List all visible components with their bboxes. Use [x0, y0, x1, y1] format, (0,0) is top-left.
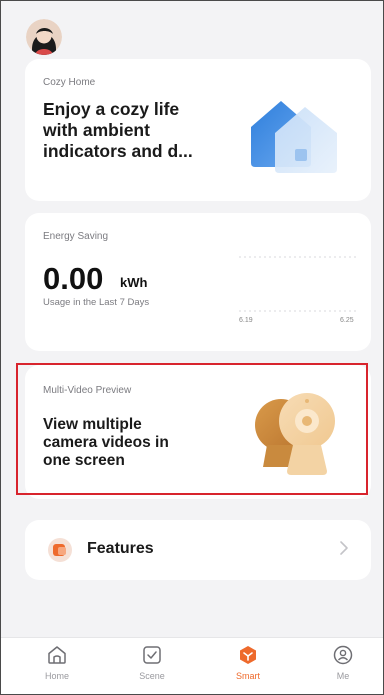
chart-x-tick-end: 6.25 — [340, 317, 354, 324]
tab-smart[interactable]: Smart — [208, 644, 288, 681]
tab-home[interactable]: Home — [17, 644, 97, 681]
energy-saving-label: Energy Saving — [43, 231, 109, 242]
energy-chart — [239, 256, 357, 312]
avatar[interactable] — [26, 19, 62, 55]
cozy-home-label: Cozy Home — [43, 77, 96, 88]
cozy-home-title-line3: indicators and d... — [43, 141, 193, 161]
smart-icon — [240, 646, 256, 664]
energy-subtitle: Usage in the Last 7 Days — [43, 297, 150, 308]
tab-me[interactable]: Me — [303, 644, 383, 681]
energy-value: 0.00 — [43, 261, 104, 296]
house-icon — [251, 101, 337, 173]
tab-scene-label: Scene — [139, 671, 165, 681]
energy-unit: kWh — [120, 275, 148, 290]
chart-x-tick-start: 6.19 — [239, 317, 253, 324]
tab-me-label: Me — [336, 671, 350, 681]
tab-smart-label: Smart — [235, 671, 260, 681]
profile-icon — [333, 645, 353, 665]
features-icon — [48, 538, 72, 562]
home-icon — [48, 646, 66, 664]
features-card[interactable]: Features — [25, 520, 371, 580]
tab-home-label: Home — [44, 671, 69, 681]
cozy-home-card[interactable]: Cozy Home Enjoy a cozy life with ambient… — [25, 59, 371, 201]
energy-saving-card[interactable]: Energy Saving 0.00 kWh Usage in the Last… — [25, 213, 371, 351]
cozy-home-title-line1: Enjoy a cozy life — [43, 99, 180, 119]
avatar-icon — [26, 19, 62, 55]
app-screen: Cozy Home Enjoy a cozy life with ambient… — [0, 0, 384, 695]
tab-scene[interactable]: Scene — [112, 644, 192, 681]
bottom-tab-bar: Home Scene Smart Me — [1, 637, 383, 694]
features-label: Features — [87, 540, 154, 557]
chevron-right-icon — [340, 541, 348, 555]
scene-icon — [143, 646, 161, 664]
highlight-box — [16, 363, 368, 495]
cozy-home-title-line2: with ambient — [43, 120, 150, 140]
